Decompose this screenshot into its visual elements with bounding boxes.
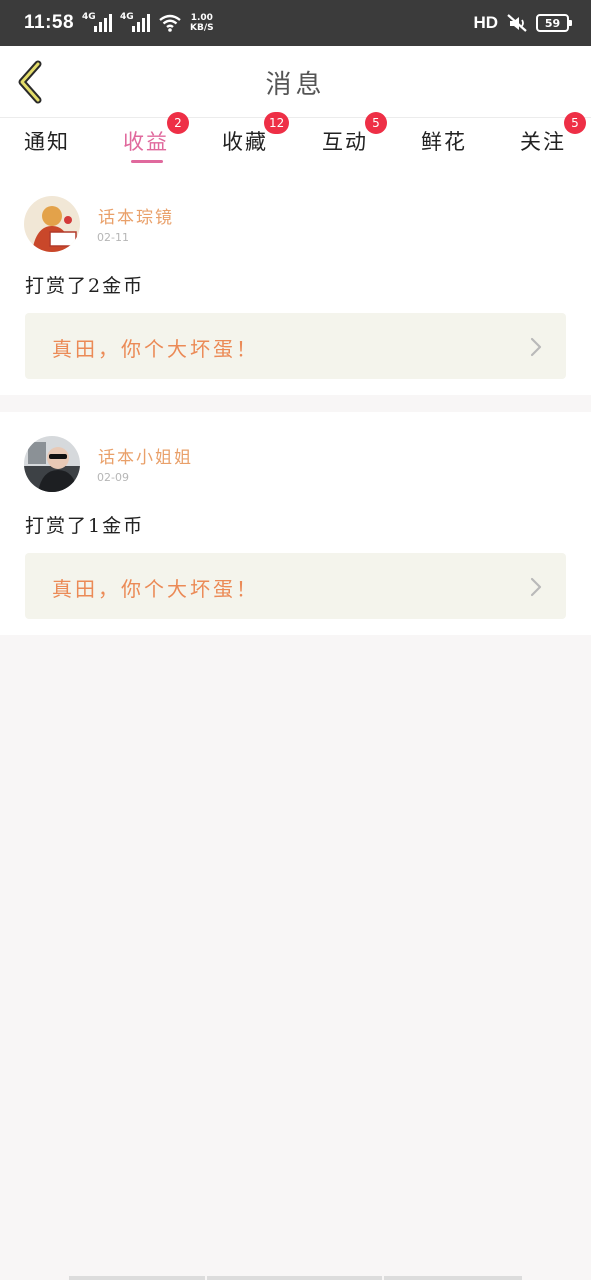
unread-badge: 12 bbox=[264, 112, 290, 134]
quoted-text: 真田，你个大坏蛋！ bbox=[52, 337, 259, 361]
quoted-content-link[interactable]: 真田，你个大坏蛋！ bbox=[25, 313, 566, 379]
tab-label: 通知 bbox=[24, 130, 70, 154]
message-card: 话本小姐姐 02-09 打赏了1金币 真田，你个大坏蛋！ bbox=[0, 412, 591, 635]
header: 消息 bbox=[0, 46, 591, 118]
message-card: 话本琮镜 02-11 打赏了2金币 真田，你个大坏蛋！ bbox=[0, 176, 591, 395]
avatar-image-icon bbox=[24, 436, 80, 492]
network-type-2: 4G bbox=[120, 12, 134, 22]
tab-favorites[interactable]: 收藏 12 bbox=[200, 112, 290, 176]
signal-icon: 4G bbox=[82, 12, 113, 32]
signal-icon-2: 4G bbox=[120, 12, 151, 32]
unread-badge: 5 bbox=[365, 112, 387, 134]
tab-flowers[interactable]: 鲜花 bbox=[399, 118, 489, 176]
avatar-image-icon bbox=[24, 196, 80, 252]
status-bar: 11:58 4G 4G 1.00 KB/S HD 59 bbox=[0, 0, 591, 46]
message-date: 02-11 bbox=[97, 231, 129, 244]
tab-notifications[interactable]: 通知 bbox=[2, 118, 92, 176]
tab-label: 鲜花 bbox=[421, 130, 467, 154]
network-speed: 1.00 KB/S bbox=[190, 13, 214, 33]
tab-bar: 通知 收益 2 收藏 12 互动 5 鲜花 关注 5 bbox=[0, 112, 591, 176]
battery-icon: 59 bbox=[536, 14, 572, 32]
navigation-gesture-bar[interactable] bbox=[0, 1274, 591, 1280]
username[interactable]: 话本小姐姐 bbox=[98, 443, 193, 468]
speed-unit: KB/S bbox=[190, 23, 214, 33]
wifi-icon bbox=[159, 14, 181, 32]
clock: 11:58 bbox=[24, 12, 75, 33]
page-title: 消息 bbox=[265, 70, 326, 100]
gesture-segment bbox=[384, 1276, 522, 1280]
status-left: 11:58 4G 4G 1.00 KB/S bbox=[24, 12, 214, 34]
gesture-segment bbox=[207, 1276, 382, 1280]
active-tab-indicator bbox=[131, 160, 163, 163]
network-type-1: 4G bbox=[82, 12, 96, 22]
speed-value: 1.00 bbox=[190, 13, 213, 23]
tab-earnings[interactable]: 收益 2 bbox=[101, 112, 191, 176]
mute-icon bbox=[507, 14, 527, 32]
username[interactable]: 话本琮镜 bbox=[98, 203, 174, 228]
hd-indicator: HD bbox=[473, 13, 498, 32]
message-date: 02-09 bbox=[97, 471, 129, 484]
unread-badge: 2 bbox=[167, 112, 189, 134]
message-text: 打赏了1金币 bbox=[25, 515, 145, 537]
tab-interactions[interactable]: 互动 5 bbox=[300, 112, 390, 176]
avatar[interactable] bbox=[24, 436, 80, 492]
chevron-right-icon bbox=[530, 577, 542, 597]
unread-badge: 5 bbox=[564, 112, 586, 134]
tab-follows[interactable]: 关注 5 bbox=[498, 112, 588, 176]
quoted-text: 真田，你个大坏蛋！ bbox=[52, 577, 259, 601]
chevron-right-icon bbox=[530, 337, 542, 357]
message-text: 打赏了2金币 bbox=[25, 275, 145, 297]
gesture-segment bbox=[69, 1276, 205, 1280]
avatar[interactable] bbox=[24, 196, 80, 252]
status-right: HD 59 bbox=[473, 13, 572, 33]
quoted-content-link[interactable]: 真田，你个大坏蛋！ bbox=[25, 553, 566, 619]
